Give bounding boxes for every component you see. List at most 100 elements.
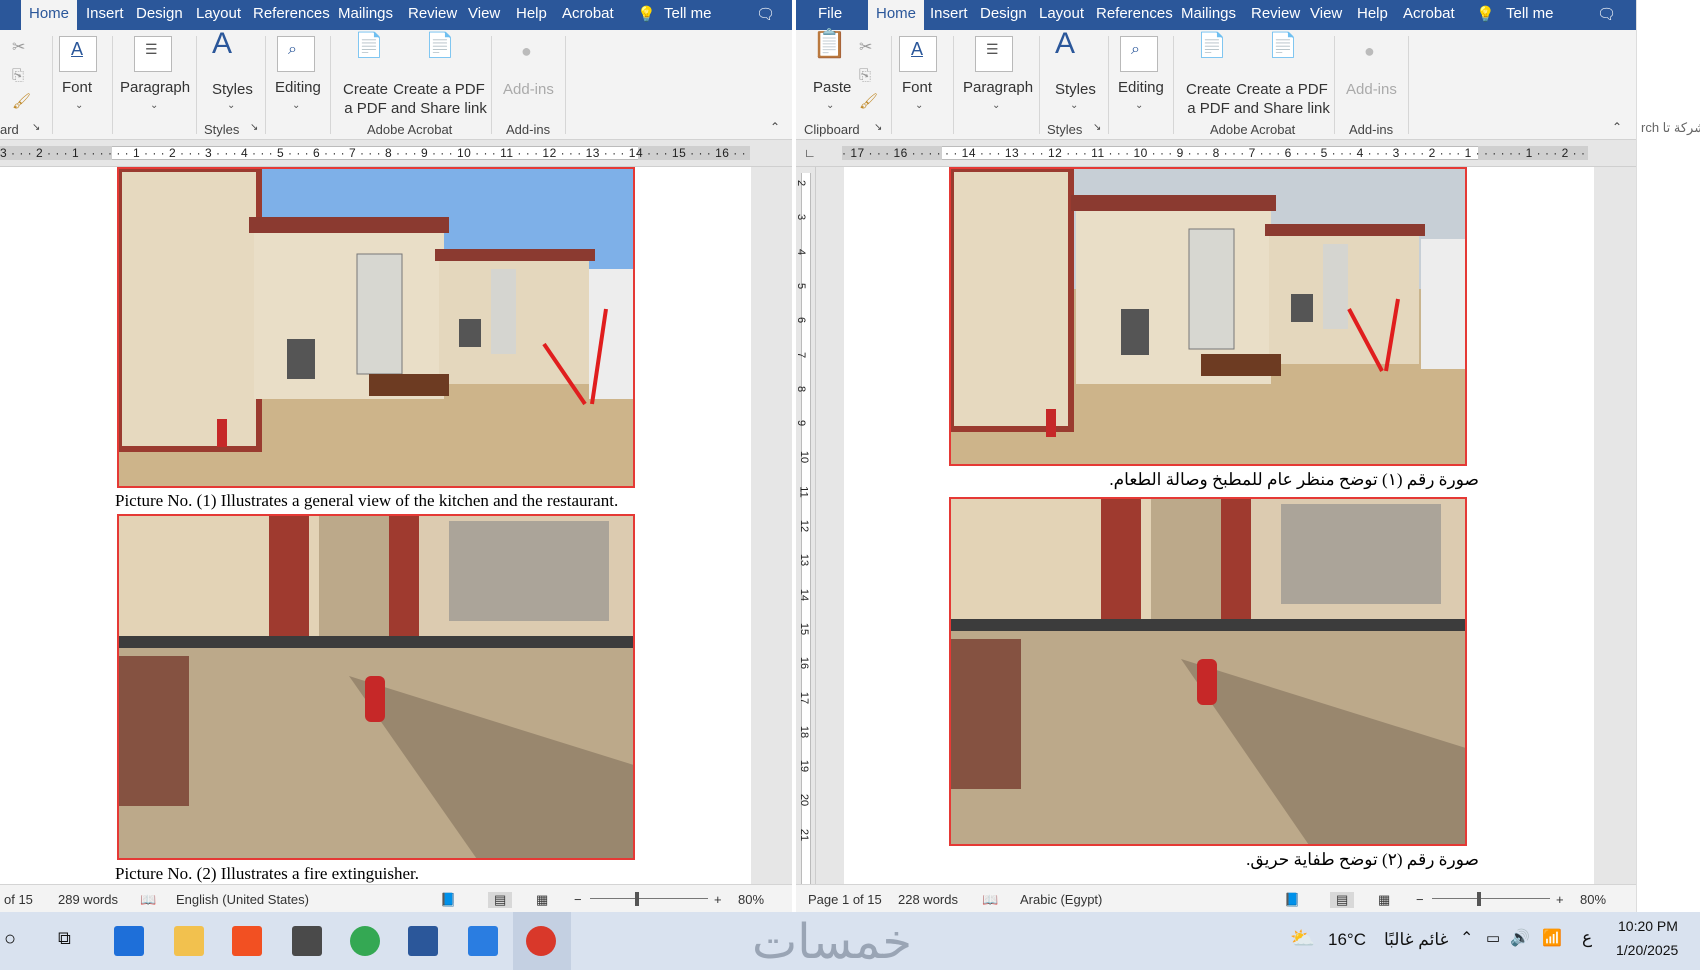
print-layout-icon[interactable]: ▤ [488, 892, 513, 908]
tab-tell-me[interactable]: Tell me [664, 5, 712, 22]
collapse-ribbon-icon[interactable]: ⌃ [770, 120, 780, 134]
tab-view[interactable]: View [468, 5, 500, 22]
store-icon[interactable] [232, 926, 262, 956]
wifi-icon[interactable]: 📶 [1542, 928, 1562, 948]
tab-references[interactable]: References [1096, 5, 1173, 22]
copy-icon[interactable]: ⎘ [859, 66, 871, 85]
create-pdf-share-link-button[interactable]: Create a PDF and Share link [1234, 80, 1330, 118]
copy-icon[interactable]: ⎘ [12, 66, 24, 85]
create-pdf-button[interactable]: Create a PDF [343, 80, 388, 118]
tab-tell-me[interactable]: Tell me [1506, 5, 1554, 22]
tab-home[interactable]: Home [868, 0, 925, 30]
horizontal-ruler[interactable]: ∟ · 17 · · · 16 · · · · · · 14 · · · 13 … [796, 141, 1636, 167]
cut-icon[interactable]: ✂ [859, 38, 872, 57]
comments-icon[interactable]: 🗨 [1597, 5, 1616, 23]
paragraph-button[interactable]: Paragraph [963, 78, 1033, 97]
word-icon[interactable] [408, 926, 438, 956]
create-pdf-share-link-button[interactable]: Create a PDF and Share link [391, 80, 487, 118]
word-count[interactable]: 228 words [898, 892, 958, 907]
language-indicator[interactable]: Arabic (Egypt) [1020, 892, 1102, 907]
tab-help[interactable]: Help [516, 5, 547, 22]
font-button[interactable]: Font [62, 78, 92, 97]
dialog-launcher-icon[interactable]: ↘ [32, 122, 40, 133]
task-view-icon[interactable]: ⧉ [58, 928, 71, 949]
addins-button[interactable]: Add-ins [1346, 80, 1397, 99]
zoom-slider[interactable] [1432, 898, 1550, 899]
addins-button[interactable]: Add-ins [503, 80, 554, 99]
tab-insert[interactable]: Insert [930, 5, 968, 22]
tab-acrobat[interactable]: Acrobat [1403, 5, 1455, 22]
font-button[interactable]: Font [902, 78, 932, 97]
create-pdf-button[interactable]: Create a PDF [1186, 80, 1231, 118]
zoom-slider-thumb[interactable] [1477, 892, 1481, 906]
tab-selector-icon[interactable]: ∟ [804, 146, 816, 160]
zoom-slider-thumb[interactable] [635, 892, 639, 906]
format-painter-icon[interactable]: 🖌 [12, 92, 31, 111]
tab-insert[interactable]: Insert [86, 5, 124, 22]
styles-button[interactable]: Styles [212, 80, 253, 99]
page-count[interactable]: of 15 [4, 892, 33, 907]
web-layout-icon[interactable]: ▦ [1378, 892, 1390, 908]
tab-home[interactable]: Home [21, 0, 78, 30]
file-explorer-icon[interactable] [174, 926, 204, 956]
tab-layout[interactable]: Layout [196, 5, 241, 22]
proofing-icon[interactable]: 📖 [140, 892, 156, 908]
paragraph-button[interactable]: Paragraph [120, 78, 190, 97]
format-painter-icon[interactable]: 🖌 [859, 92, 878, 111]
collapse-ribbon-icon[interactable]: ⌃ [1612, 120, 1622, 134]
tab-references[interactable]: References [253, 5, 330, 22]
chevron-up-icon[interactable]: ⌃ [1460, 928, 1473, 948]
calculator-icon[interactable] [292, 926, 322, 956]
paste-button[interactable]: Paste [813, 78, 851, 97]
battery-icon[interactable]: ▭ [1486, 929, 1500, 947]
zoom-slider[interactable] [590, 898, 708, 899]
zoom-level[interactable]: 80% [738, 892, 764, 907]
read-mode-icon[interactable]: 📘 [1284, 892, 1300, 908]
tab-view[interactable]: View [1310, 5, 1342, 22]
page-count[interactable]: Page 1 of 15 [808, 892, 882, 907]
cut-icon[interactable]: ✂ [12, 38, 25, 57]
tab-layout[interactable]: Layout [1039, 5, 1084, 22]
clock-date[interactable]: 1/20/2025 [1616, 942, 1678, 958]
horizontal-ruler[interactable]: 3 · · · 2 · · · 1 · · · · · · 1 · · · 2 … [0, 141, 792, 167]
chrome-icon[interactable] [350, 926, 380, 956]
photos-icon[interactable] [468, 926, 498, 956]
zoom-in-button[interactable]: + [714, 892, 722, 907]
proofing-icon[interactable]: 📖 [982, 892, 998, 908]
tab-help[interactable]: Help [1357, 5, 1388, 22]
clock-time[interactable]: 10:20 PM [1618, 918, 1678, 934]
editing-button[interactable]: Editing [1118, 78, 1164, 97]
dialog-launcher-icon[interactable]: ↘ [250, 122, 258, 133]
app-icon-active[interactable] [526, 926, 556, 956]
temperature[interactable]: 16°C [1328, 930, 1366, 950]
zoom-out-button[interactable]: − [574, 892, 582, 907]
tab-mailings[interactable]: Mailings [338, 5, 393, 22]
language-indicator[interactable]: English (United States) [176, 892, 309, 907]
dialog-launcher-icon[interactable]: ↘ [1093, 122, 1101, 133]
tab-design[interactable]: Design [136, 5, 183, 22]
vertical-ruler[interactable]: 2 3 4 5 6 7 8 9 10 11 12 13 14 15 16 17 18 19 20 21 [796, 167, 816, 884]
tab-file[interactable]: File [818, 5, 842, 22]
zoom-out-button[interactable]: − [1416, 892, 1424, 907]
tab-acrobat[interactable]: Acrobat [562, 5, 614, 22]
mail-icon[interactable] [114, 926, 144, 956]
dialog-launcher-icon[interactable]: ↘ [874, 122, 882, 133]
tab-review[interactable]: Review [1251, 5, 1300, 22]
tab-design[interactable]: Design [980, 5, 1027, 22]
weather-text[interactable]: غائم غالبًا [1384, 930, 1448, 950]
print-layout-icon[interactable]: ▤ [1330, 892, 1355, 908]
volume-icon[interactable]: 🔊 [1510, 928, 1530, 948]
comments-icon[interactable]: 🗨 [756, 5, 775, 23]
web-layout-icon[interactable]: ▦ [536, 892, 548, 908]
input-language[interactable]: ع [1582, 928, 1592, 948]
zoom-level[interactable]: 80% [1580, 892, 1606, 907]
zoom-in-button[interactable]: + [1556, 892, 1564, 907]
styles-button[interactable]: Styles [1055, 80, 1096, 99]
editing-button[interactable]: Editing [275, 78, 321, 97]
search-circle-icon[interactable]: ○ [4, 928, 16, 951]
read-mode-icon[interactable]: 📘 [440, 892, 456, 908]
tab-mailings[interactable]: Mailings [1181, 5, 1236, 22]
word-count[interactable]: 289 words [58, 892, 118, 907]
weather-icon[interactable]: ⛅ [1290, 926, 1315, 951]
tab-review[interactable]: Review [408, 5, 457, 22]
